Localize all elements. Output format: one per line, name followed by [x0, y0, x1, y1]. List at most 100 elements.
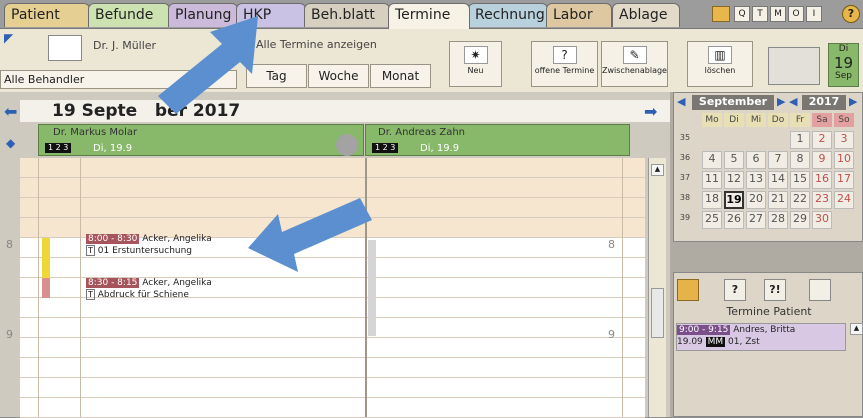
hour-label-9-right: 9 — [608, 328, 615, 341]
calendar-day[interactable]: 23 — [812, 191, 832, 209]
treater-select-value: Alle Behandler — [4, 73, 85, 86]
edit-icon[interactable] — [809, 279, 831, 301]
tab-ablage[interactable]: Ablage — [612, 3, 680, 27]
patient-appointment-row[interactable]: 9:00 - 9:15 Andres, Britta 19.09 MM 01, … — [676, 323, 846, 351]
m-icon[interactable]: M — [770, 6, 786, 22]
calendar-day[interactable]: 24 — [834, 191, 854, 209]
calendar-day[interactable]: 27 — [746, 211, 766, 229]
calendar-day[interactable]: 7 — [768, 151, 788, 169]
view-month-button[interactable]: Monat — [370, 64, 431, 88]
new-appointment-button[interactable]: ✷ Neu — [449, 41, 502, 87]
help-icon[interactable]: ? — [842, 5, 860, 23]
panel-scroll-up-icon[interactable]: ▲ — [850, 323, 863, 335]
calendar-day[interactable]: 29 — [790, 211, 810, 229]
appointment-2[interactable]: 8:30 - 8:15 Acker, Angelika T Abdruck fü… — [86, 278, 212, 301]
new-label: Neu — [467, 66, 484, 75]
calendar-day[interactable]: 15 — [790, 171, 810, 189]
appointment-time: 8:30 - 8:15 — [86, 278, 140, 288]
tab-termine[interactable]: Termine — [388, 3, 470, 29]
week-number: 39 — [679, 213, 691, 222]
question-icon[interactable]: ? — [724, 279, 746, 301]
week-number: 36 — [679, 153, 691, 162]
week-number: 37 — [679, 173, 691, 182]
calendar-grid[interactable]: Mo Di Mi Do Fr Sa So 35 1 2 3 36 4 5 6 7 8 9 10 37 11 12 13 14… — [674, 113, 863, 243]
delete-button[interactable]: ▥ löschen — [687, 41, 753, 87]
today-date-badge[interactable]: Di 19 Sep — [828, 43, 859, 87]
prev-day-arrow-icon[interactable]: ⬅ — [4, 102, 17, 121]
calendar-day[interactable]: 19 — [724, 191, 744, 209]
calendar-day[interactable]: 12 — [724, 171, 744, 189]
calendar-day[interactable]: 4 — [702, 151, 722, 169]
calendar-day[interactable]: 30 — [812, 211, 832, 229]
scroll-thumb[interactable] — [651, 288, 664, 338]
calendar-day[interactable]: 28 — [768, 211, 788, 229]
printer-icon[interactable] — [768, 47, 820, 85]
o-icon[interactable]: O — [788, 6, 804, 22]
column-header-molar[interactable]: Dr. Markus Molar 1 2 3 Di, 19.9 — [38, 124, 364, 156]
i-icon[interactable]: I — [806, 6, 822, 22]
column-day: Di, 19.9 — [420, 143, 460, 154]
calendar-day[interactable]: 18 — [702, 191, 722, 209]
calendar-day[interactable]: 20 — [746, 191, 766, 209]
open-appointments-button[interactable]: ? offene Termine — [531, 41, 598, 87]
calendar-day[interactable]: 25 — [702, 211, 722, 229]
column-header-zahn[interactable]: Dr. Andreas Zahn 1 2 3 Di, 19.9 — [365, 124, 630, 156]
clipboard-button[interactable]: ✎ Zwischenablage — [601, 41, 668, 87]
clipboard-label: Zwischenablage — [602, 66, 667, 75]
double-question-icon[interactable]: ?! — [764, 279, 786, 301]
calendar-day[interactable]: 14 — [768, 171, 788, 189]
scroll-up-icon[interactable]: ▲ — [651, 164, 664, 176]
calendar-day[interactable]: 2 — [812, 131, 832, 149]
calendar-day[interactable]: 13 — [746, 171, 766, 189]
clipboard-icon[interactable] — [712, 6, 730, 22]
tab-behblatt[interactable]: Beh.blatt — [304, 3, 390, 27]
show-all-label: Alle Termine anzeigen — [256, 38, 377, 51]
grid-row — [20, 318, 645, 338]
column-badge: 1 2 3 — [45, 143, 72, 153]
quick-icon-bar: Q T M O I — [712, 6, 832, 22]
grid-row — [20, 398, 645, 418]
appointment-detail: 01 Erstuntersuchung — [97, 246, 193, 256]
next-day-arrow-icon[interactable]: ➡ — [644, 102, 657, 121]
calendar-day[interactable]: 16 — [812, 171, 832, 189]
t-icon[interactable]: T — [752, 6, 768, 22]
calendar-day[interactable]: 22 — [790, 191, 810, 209]
calendar-day[interactable]: 5 — [724, 151, 744, 169]
weekday-mi: Mi — [746, 113, 766, 127]
week-number: 35 — [679, 133, 691, 142]
appointment-tag: T — [86, 245, 95, 256]
appointment-1[interactable]: 8:00 - 8:30 Acker, Angelika T 01 Erstunt… — [86, 234, 212, 257]
calendar-day[interactable]: 17 — [834, 171, 854, 189]
appointment-detail: Abdruck für Schiene — [97, 290, 189, 300]
calendar-day[interactable]: 1 — [790, 131, 810, 149]
vertical-scrollbar[interactable]: ▲ — [648, 158, 666, 417]
diamond-icon[interactable]: ◆ — [6, 136, 15, 150]
calendar-day[interactable]: 8 — [790, 151, 810, 169]
patient-panel-title: Termine Patient — [726, 305, 812, 318]
grid-row — [20, 338, 645, 358]
grid-row — [20, 298, 645, 318]
calendar-day[interactable]: 9 — [812, 151, 832, 169]
patient-clip-icon[interactable] — [677, 279, 699, 301]
calendar-day[interactable]: 26 — [724, 211, 744, 229]
calendar-day[interactable]: 3 — [834, 131, 854, 149]
view-week-button[interactable]: Woche — [308, 64, 369, 88]
calendar-day[interactable]: 6 — [746, 151, 766, 169]
next-month-icon[interactable]: ▶ — [777, 95, 785, 108]
tab-rechnung[interactable]: Rechnung — [468, 3, 548, 27]
tab-patient[interactable]: Patient — [4, 3, 90, 27]
tab-labor[interactable]: Labor — [546, 3, 612, 27]
badge-num: 19 — [833, 54, 854, 72]
calendar-day[interactable]: 10 — [834, 151, 854, 169]
next-year-icon[interactable]: ▶ — [849, 95, 857, 108]
calendar-day[interactable]: 21 — [768, 191, 788, 209]
grid-row — [20, 358, 645, 378]
row-name: Andres, Britta — [733, 325, 796, 335]
divider — [38, 158, 39, 417]
calendar-day[interactable]: 11 — [702, 171, 722, 189]
prev-month-icon[interactable]: ◀ — [677, 95, 685, 108]
back-arrow-icon[interactable]: ◤ — [4, 31, 13, 45]
q-icon[interactable]: Q — [734, 6, 750, 22]
prev-year-icon[interactable]: ◀ — [789, 95, 797, 108]
calendar-book-icon[interactable] — [48, 35, 82, 61]
